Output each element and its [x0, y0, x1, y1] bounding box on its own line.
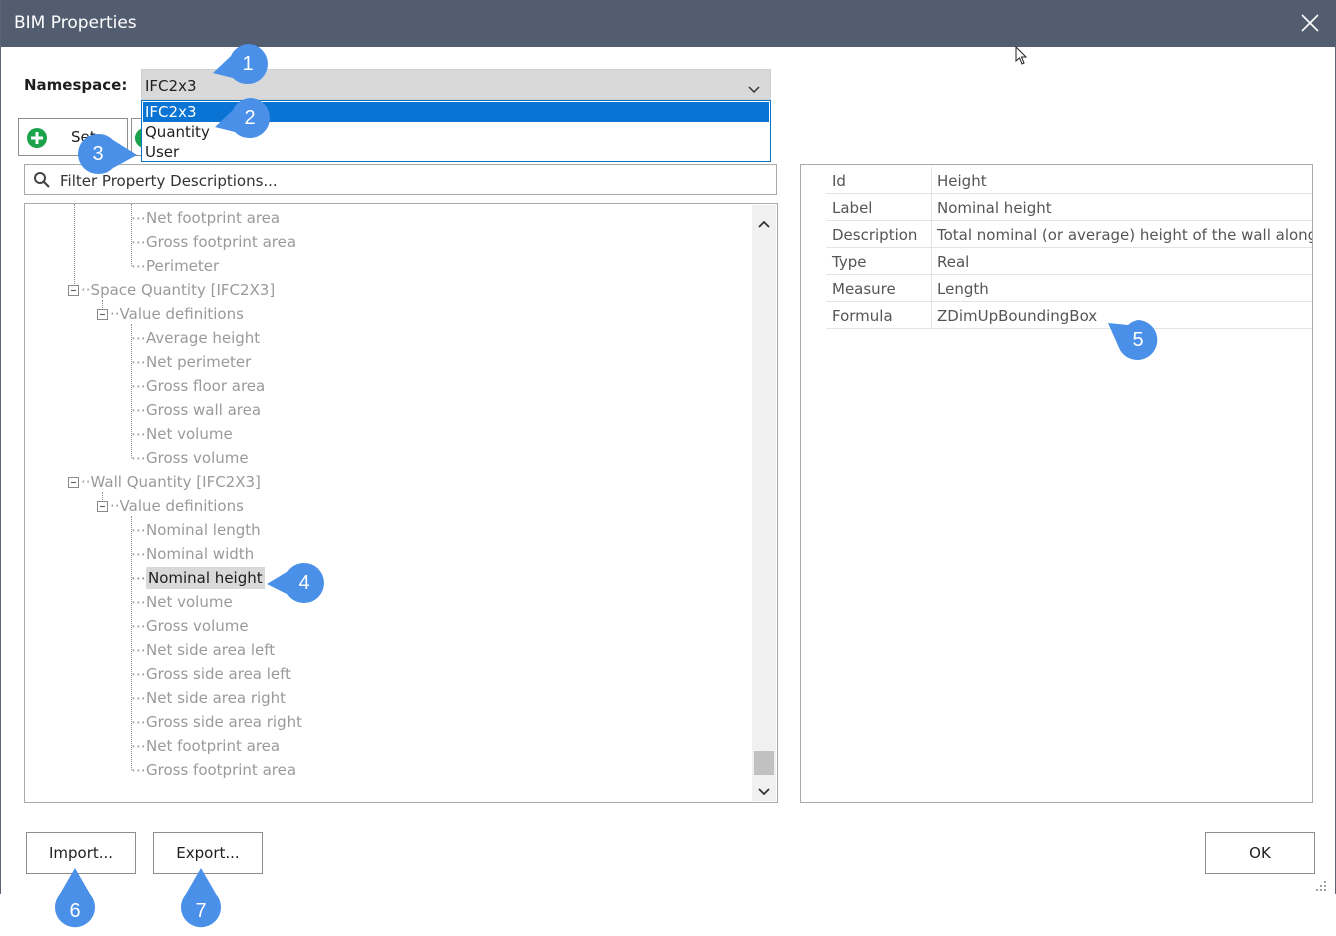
plus-circle-icon — [26, 127, 48, 149]
tree-item[interactable]: ⋯Gross wall area — [131, 399, 261, 421]
search-icon — [33, 171, 51, 189]
scroll-up-icon[interactable] — [757, 215, 771, 228]
tree-item[interactable]: ⋯Net footprint area — [131, 735, 280, 757]
callout-1: 1 — [213, 43, 269, 85]
namespace-option-user[interactable]: User — [143, 142, 769, 162]
title-bar: BIM Properties — [1, 0, 1336, 47]
tree-item[interactable]: ⋯Gross footprint area — [131, 759, 296, 781]
scroll-down-icon[interactable] — [757, 783, 771, 796]
callout-7: 7 — [180, 868, 222, 932]
namespace-label: Namespace: — [24, 76, 128, 94]
chevron-down-icon[interactable] — [747, 80, 761, 94]
callout-4: 4 — [267, 562, 325, 604]
close-icon[interactable] — [1299, 12, 1321, 34]
callout-5: 5 — [1108, 319, 1159, 361]
tree-item[interactable]: ··Wall Quantity [IFC2X3] — [81, 471, 261, 493]
tree-item[interactable]: ⋯Net side area left — [131, 639, 275, 661]
property-details-grid: Id Height Label Nominal height Description… — [800, 164, 1313, 803]
tree-item[interactable]: ⋯Gross volume — [131, 615, 249, 637]
collapse-icon[interactable] — [68, 285, 79, 296]
callout-2: 2 — [215, 97, 271, 139]
tree-item[interactable]: ⋯Nominal width — [131, 543, 254, 565]
tree-item[interactable]: ⋯Gross footprint area — [131, 231, 296, 253]
mouse-cursor-icon — [1015, 45, 1029, 66]
tree-line — [74, 204, 75, 284]
tree-item[interactable]: ⋯Perimeter — [131, 255, 219, 277]
tree-item[interactable]: ⋯Net volume — [131, 423, 233, 445]
property-tree[interactable]: ⋯Net footprint area ⋯Gross footprint are… — [24, 203, 778, 803]
property-row: Id Height — [826, 167, 1312, 194]
collapse-icon[interactable] — [97, 501, 108, 512]
tree-item[interactable]: ⋯Gross volume — [131, 447, 249, 469]
tree-item[interactable]: ··Space Quantity [IFC2X3] — [81, 279, 275, 301]
tree-item[interactable]: ⋯Net perimeter — [131, 351, 251, 373]
scroll-thumb[interactable] — [754, 751, 774, 775]
property-row: Type Real — [826, 248, 1312, 275]
tree-item[interactable]: ⋯Nominal length — [131, 519, 261, 541]
tree-item[interactable]: ⋯Gross floor area — [131, 375, 265, 397]
tree-scrollbar[interactable] — [752, 205, 776, 801]
collapse-icon[interactable] — [68, 477, 79, 488]
property-row: Formula ZDimUpBoundingBox — [826, 302, 1312, 329]
tree-item[interactable]: ⋯Gross side area right — [131, 711, 302, 733]
resize-grip-icon[interactable] — [1315, 878, 1327, 891]
ok-button[interactable]: OK — [1205, 832, 1315, 874]
collapse-icon[interactable] — [97, 309, 108, 320]
tree-item[interactable]: ⋯Net volume — [131, 591, 233, 613]
window-title: BIM Properties — [14, 13, 137, 33]
tree-item[interactable]: ⋯Net footprint area — [131, 207, 280, 229]
callout-3: 3 — [77, 133, 137, 175]
tree-item[interactable]: ⋯Average height — [131, 327, 260, 349]
tree-item-selected[interactable]: Nominal height — [146, 567, 265, 589]
tree-item[interactable]: ⋯Net side area right — [131, 687, 286, 709]
tree-item[interactable]: ⋯Gross side area left — [131, 663, 291, 685]
tree-item-selected-row[interactable]: ⋯ Nominal height — [131, 567, 265, 589]
property-row: Measure Length — [826, 275, 1312, 302]
property-row: Description Total nominal (or average) he… — [826, 221, 1312, 248]
tree-item[interactable]: ··Value definitions — [110, 303, 244, 325]
property-row: Label Nominal height — [826, 194, 1312, 221]
namespace-selected-value: IFC2x3 — [145, 77, 197, 95]
callout-6: 6 — [54, 868, 96, 932]
tree-item[interactable]: ··Value definitions — [110, 495, 244, 517]
